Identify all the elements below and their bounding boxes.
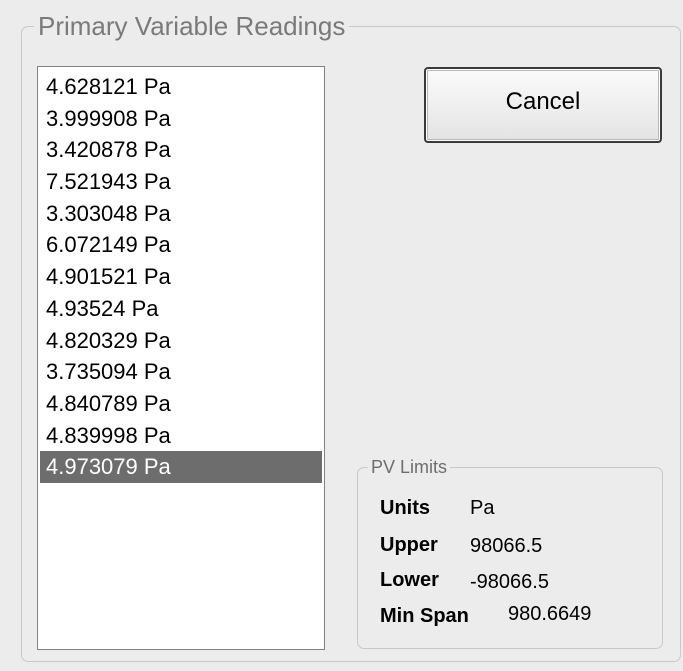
reading-list-item[interactable]: 7.521943 Pa <box>40 166 322 198</box>
reading-list-item[interactable]: 6.072149 Pa <box>40 229 322 261</box>
min-span-value: 980.6649 <box>508 603 592 625</box>
min-span-label: Min Span <box>380 605 469 627</box>
lower-label: Lower <box>380 569 439 591</box>
reading-list-item[interactable]: 3.420878 Pa <box>40 134 322 166</box>
reading-list-item[interactable]: 4.901521 Pa <box>40 261 322 293</box>
upper-value: 98066.5 <box>470 535 543 557</box>
reading-list-item[interactable]: 4.820329 Pa <box>40 325 322 357</box>
reading-list-item[interactable]: 4.628121 Pa <box>40 71 322 103</box>
readings-listbox[interactable]: 4.628121 Pa 3.999908 Pa 3.420878 Pa 7.52194… <box>37 66 325 650</box>
reading-list-item[interactable]: 4.973079 Pa <box>40 451 322 483</box>
reading-list-item[interactable]: 3.735094 Pa <box>40 356 322 388</box>
upper-label: Upper <box>380 534 438 556</box>
cancel-button[interactable]: Cancel <box>424 67 662 143</box>
lower-value: -98066.5 <box>470 571 549 593</box>
reading-list-item[interactable]: 3.999908 Pa <box>40 103 322 135</box>
reading-list-item[interactable]: 3.303048 Pa <box>40 198 322 230</box>
reading-list-item[interactable]: 4.840789 Pa <box>40 388 322 420</box>
dialog-window: Primary Variable Readings 4.628121 Pa 3.9… <box>0 0 683 671</box>
pv-limits-title: PV Limits <box>368 456 451 478</box>
readings-list: 4.628121 Pa 3.999908 Pa 3.420878 Pa 7.52194… <box>38 67 324 483</box>
reading-list-item[interactable]: 4.93524 Pa <box>40 293 322 325</box>
units-value: Pa <box>470 497 495 519</box>
reading-list-item[interactable]: 4.839998 Pa <box>40 420 322 452</box>
readings-groupbox-title: Primary Variable Readings <box>34 10 350 42</box>
units-label: Units <box>380 497 430 519</box>
